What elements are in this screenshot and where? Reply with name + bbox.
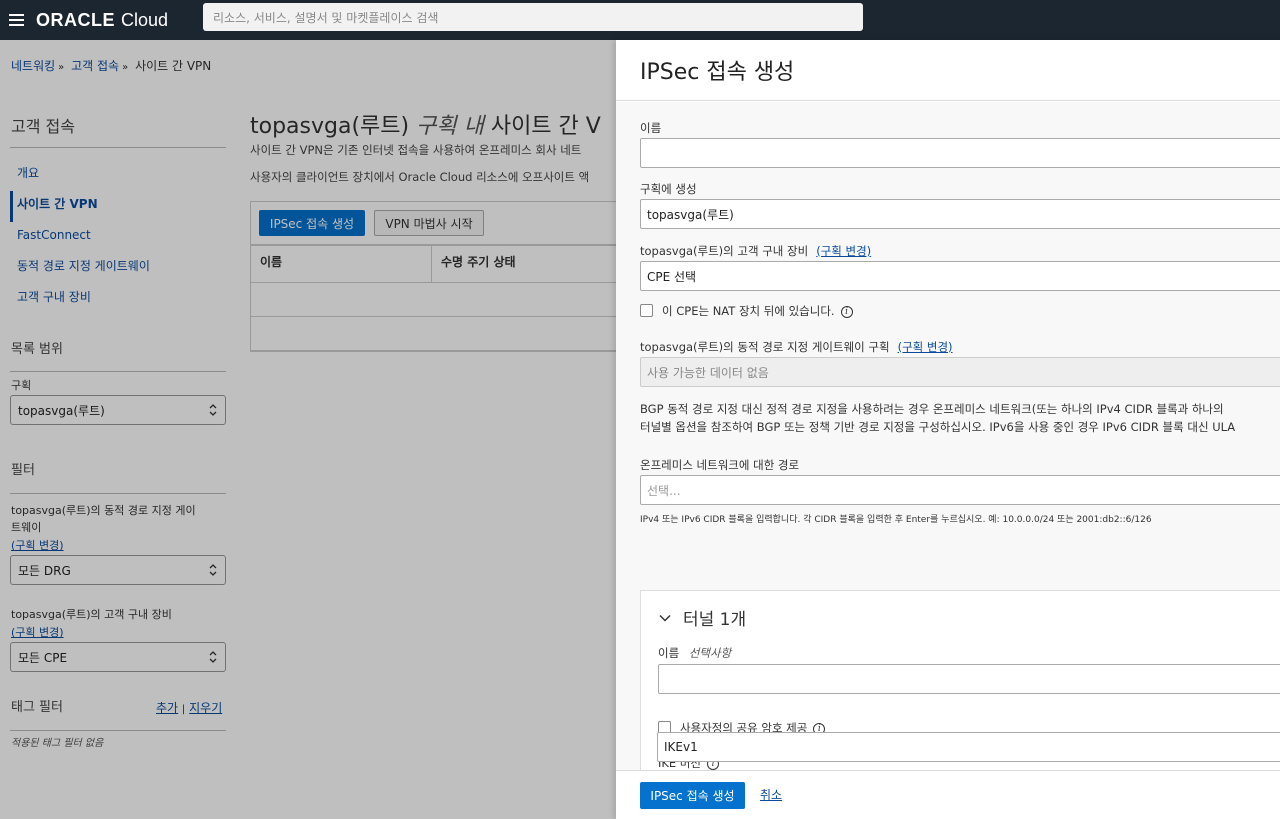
- routes-hint: IPv4 또는 IPv6 CIDR 블록을 입력합니다. 각 CIDR 블록을 …: [640, 515, 1152, 525]
- breadcrumb-current: 사이트 간 VPN: [135, 59, 212, 73]
- page-description-2: 사용자의 클라이언트 장치에서 Oracle Cloud 리소스에 오프사이트 …: [250, 170, 590, 184]
- tunnel-title-text: 터널 1개: [683, 610, 747, 630]
- sidebar-title: 고객 접속: [11, 117, 75, 136]
- top-navigation-bar: ORACLE Cloud 리소스, 서비스, 설명서 및 마켓플레이스 검색: [0, 0, 1280, 40]
- breadcrumb: 네트워킹» 고객 접속» 사이트 간 VPN: [11, 57, 211, 74]
- column-header-name[interactable]: 이름: [251, 246, 432, 282]
- panel-body: 이름 구획에 생성 topasvga(루트) topasvga(루트)의 고객 …: [616, 102, 1280, 770]
- nat-checkbox[interactable]: [640, 304, 653, 317]
- drg-select[interactable]: 사용 가능한 데이터 없음: [640, 357, 1280, 387]
- info-icon[interactable]: i: [840, 305, 853, 318]
- tunnel-name-label-text: 이름: [658, 646, 680, 660]
- tag-filter-actions: 추가 | 지우기: [156, 699, 222, 716]
- divider: [10, 493, 226, 494]
- sidebar-item-overview[interactable]: 개요: [10, 160, 226, 191]
- sidebar-item-site-to-site-vpn[interactable]: 사이트 간 VPN: [10, 191, 226, 222]
- cpe-filter-label: topasvga(루트)의 고객 구내 장비: [11, 608, 172, 621]
- cpe-label: topasvga(루트)의 고객 구내 장비 (구획 변경): [640, 243, 871, 259]
- tag-filter-title: 태그 필터: [11, 700, 63, 715]
- panel-header: IPSec 접속 생성: [616, 40, 1280, 101]
- drg-filter-value: 모든 DRG: [18, 563, 71, 578]
- sidebar-item-fastconnect[interactable]: FastConnect: [10, 222, 226, 253]
- page-title-suffix: 사이트 간 V: [490, 114, 601, 139]
- table-row: [251, 283, 616, 317]
- tunnel-toggle[interactable]: 터널 1개: [659, 605, 746, 630]
- page-description: 사이트 간 VPN은 기존 인터넷 접속을 사용하여 온프레미스 회사 네트: [250, 143, 582, 157]
- list-scope-title: 목록 범위: [11, 342, 63, 357]
- ipsec-table: 이름 수명 주기 상태: [250, 245, 616, 352]
- divider: [10, 371, 226, 372]
- hamburger-menu-icon[interactable]: [2, 6, 30, 34]
- breadcrumb-separator: »: [122, 62, 129, 73]
- compartment-select[interactable]: topasvga(루트): [10, 395, 226, 425]
- column-header-lifecycle[interactable]: 수명 주기 상태: [432, 246, 516, 282]
- vpn-wizard-button[interactable]: VPN 마법사 시작: [374, 210, 484, 236]
- page-title-italic: 구획 내: [416, 114, 484, 139]
- cpe-label-text: topasvga(루트)의 고객 구내 장비: [640, 244, 809, 258]
- tag-divider: |: [181, 704, 186, 715]
- oracle-cloud-logo[interactable]: ORACLE Cloud: [36, 10, 168, 31]
- tag-clear-link[interactable]: 지우기: [189, 701, 222, 715]
- name-label: 이름: [640, 121, 662, 135]
- cpe-filter-select[interactable]: 모든 CPE: [10, 642, 226, 672]
- tunnel-name-label: 이름 선택사항: [658, 645, 731, 661]
- compartment-label: 구획: [11, 379, 32, 392]
- routes-input[interactable]: 선택...: [640, 475, 1280, 505]
- compartment-select-value: topasvga(루트): [18, 403, 105, 418]
- cancel-link[interactable]: 취소: [760, 786, 782, 803]
- table-row: [251, 317, 616, 351]
- cpe-filter-value: 모든 CPE: [18, 650, 68, 665]
- page-title: topasvga(루트) 구획 내 사이트 간 V: [250, 108, 601, 140]
- create-ipsec-button-bg[interactable]: IPSec 접속 생성: [259, 210, 365, 236]
- tag-filter-empty: 적용된 태그 필터 없음: [11, 738, 104, 749]
- panel-title: IPSec 접속 생성: [640, 60, 795, 85]
- chevron-down-icon: [659, 614, 671, 622]
- cpe-change-compartment-link[interactable]: (구획 변경): [816, 244, 871, 258]
- drg-label-text: topasvga(루트)의 동적 경로 지정 게이트웨이 구획: [640, 340, 890, 354]
- ike-version-select-visible[interactable]: IKEv1: [657, 732, 1280, 762]
- sidebar-item-drg[interactable]: 동적 경로 지정 게이트웨이: [10, 253, 226, 284]
- breadcrumb-customer-connectivity[interactable]: 고객 접속: [71, 59, 119, 73]
- breadcrumb-networking[interactable]: 네트워킹: [11, 59, 55, 73]
- drg-change-compartment-link[interactable]: (구획 변경): [11, 537, 64, 553]
- breadcrumb-separator: »: [58, 62, 65, 73]
- create-ipsec-button[interactable]: IPSec 접속 생성: [640, 782, 745, 809]
- table-header: 이름 수명 주기 상태: [251, 246, 616, 283]
- filter-title: 필터: [11, 463, 35, 478]
- cpe-select[interactable]: CPE 선택: [640, 261, 1280, 291]
- tag-add-link[interactable]: 추가: [156, 701, 178, 715]
- compartment-label: 구획에 생성: [640, 182, 697, 196]
- divider: [10, 147, 226, 148]
- page-title-prefix: topasvga(루트): [250, 114, 410, 139]
- drg-change-compartment-link[interactable]: (구획 변경): [898, 340, 953, 354]
- drg-filter-select[interactable]: 모든 DRG: [10, 555, 226, 585]
- global-search-input[interactable]: 리소스, 서비스, 설명서 및 마켓플레이스 검색: [203, 3, 863, 31]
- logo-cloud-text: Cloud: [121, 9, 169, 30]
- cpe-change-compartment-link[interactable]: (구획 변경): [11, 624, 64, 640]
- select-caret-icon: [209, 404, 217, 416]
- select-caret-icon: [209, 651, 217, 663]
- routes-label: 온프레미스 네트워크에 대한 경로: [640, 458, 800, 472]
- tunnel-name-input[interactable]: [658, 664, 1280, 694]
- drg-label: topasvga(루트)의 동적 경로 지정 게이트웨이 구획 (구획 변경): [640, 339, 953, 355]
- name-input[interactable]: [640, 138, 1280, 168]
- sidebar-item-cpe[interactable]: 고객 구내 장비: [10, 284, 226, 315]
- logo-oracle-text: ORACLE: [36, 9, 115, 30]
- panel-footer: IPSec 접속 생성 취소: [616, 770, 1280, 819]
- nat-label: 이 CPE는 NAT 장치 뒤에 있습니다. i: [662, 303, 853, 319]
- nat-label-text: 이 CPE는 NAT 장치 뒤에 있습니다.: [662, 304, 835, 318]
- divider: [10, 730, 226, 731]
- create-ipsec-panel: IPSec 접속 생성 이름 구획에 생성 topasvga(루트) topas…: [616, 40, 1280, 819]
- select-caret-icon: [209, 564, 217, 576]
- bgp-description-2: 터널별 옵션을 참조하여 BGP 또는 정책 기반 경로 지정을 구성하십시오.…: [640, 420, 1236, 434]
- drg-filter-label: topasvga(루트)의 동적 경로 지정 게이: [11, 504, 196, 517]
- bgp-description: BGP 동적 경로 지정 대신 정적 경로 지정을 사용하려는 경우 온프레미스…: [640, 402, 1224, 416]
- sidebar-nav: 개요 사이트 간 VPN FastConnect 동적 경로 지정 게이트웨이 …: [10, 160, 226, 315]
- drg-filter-label-cont: 트웨이: [11, 521, 42, 534]
- compartment-select[interactable]: topasvga(루트): [640, 199, 1280, 229]
- tunnel-name-optional: 선택사항: [688, 646, 732, 660]
